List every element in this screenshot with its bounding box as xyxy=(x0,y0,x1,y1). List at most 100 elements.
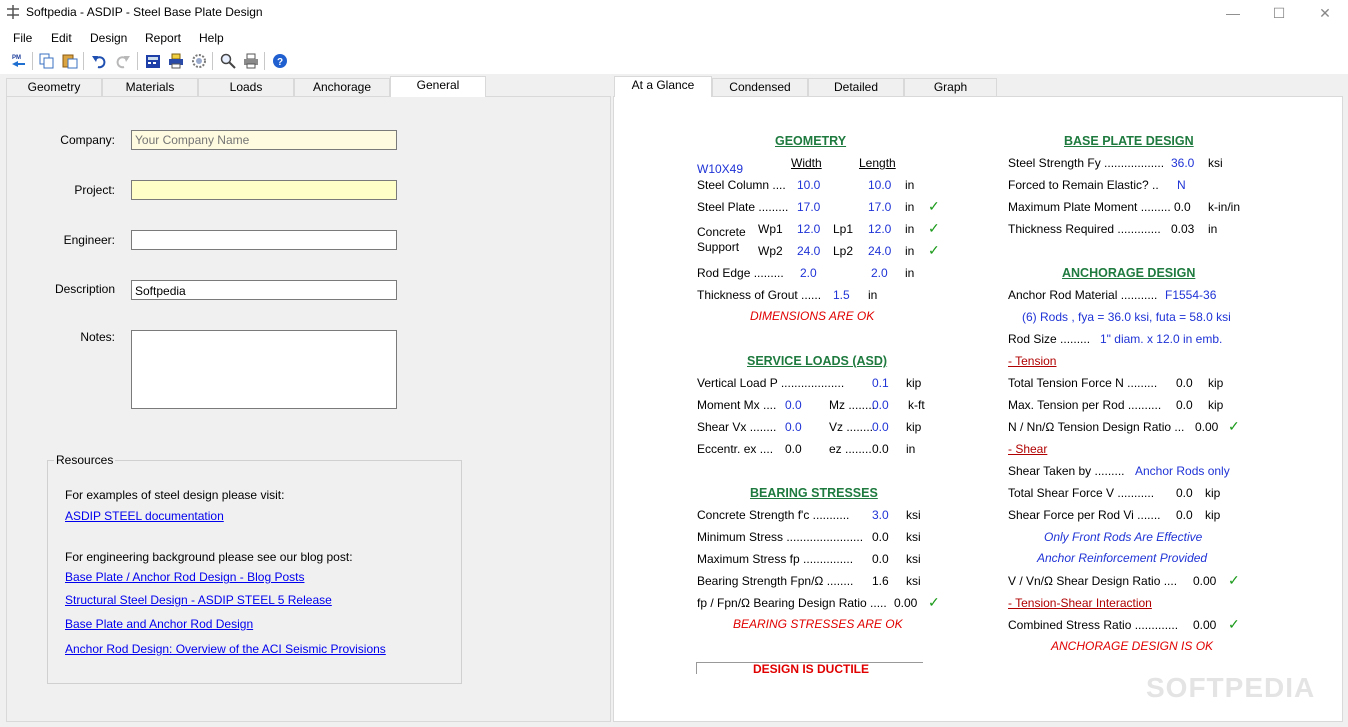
link-aci-seismic[interactable]: Anchor Rod Design: Overview of the ACI S… xyxy=(65,642,386,656)
tension-header: - Tension xyxy=(1008,354,1057,368)
project-input[interactable] xyxy=(131,180,397,200)
grout-label: Thickness of Grout ...... xyxy=(697,288,822,302)
link-asdip-steel-docs[interactable]: ASDIP STEEL documentation xyxy=(65,509,224,523)
pm-icon[interactable]: PM xyxy=(10,53,27,69)
notes-label: Notes: xyxy=(80,330,115,344)
steel-strength-value: 36.0 xyxy=(1171,156,1195,170)
steel-plate-length: 17.0 xyxy=(868,200,892,214)
menu-edit[interactable]: Edit xyxy=(51,31,72,45)
maximize-button[interactable]: ☐ xyxy=(1256,0,1302,26)
tab-condensed[interactable]: Condensed xyxy=(712,78,808,96)
link-blog-posts[interactable]: Base Plate / Anchor Rod Design - Blog Po… xyxy=(65,570,304,584)
shear-per-rod-unit: kip xyxy=(1205,508,1221,522)
close-button[interactable]: ✕ xyxy=(1302,0,1348,26)
shear-per-rod-value: 0.0 xyxy=(1176,508,1193,522)
svg-text:?: ? xyxy=(277,57,283,68)
resources-title: Resources xyxy=(54,453,116,467)
app-icon xyxy=(7,5,19,19)
steel-column-length: 10.0 xyxy=(868,178,892,192)
total-tension-unit: kip xyxy=(1208,376,1224,390)
eccentricity-ex-value: 0.0 xyxy=(785,442,802,456)
lp1-label: Lp1 xyxy=(833,222,854,236)
check-icon: ✓ xyxy=(1228,616,1240,632)
redo-icon[interactable] xyxy=(114,53,131,69)
thickness-required-label: Thickness Required ............. xyxy=(1008,222,1161,236)
bearing-ok-status: BEARING STRESSES ARE OK xyxy=(733,617,903,631)
toolbar-separator xyxy=(212,52,213,70)
tab-materials[interactable]: Materials xyxy=(102,78,198,96)
unit-in: in xyxy=(905,266,915,280)
menu-help[interactable]: Help xyxy=(199,31,224,45)
rod-edge-label: Rod Edge ......... xyxy=(697,266,784,280)
check-icon: ✓ xyxy=(1228,572,1240,588)
tab-graph[interactable]: Graph xyxy=(904,78,997,96)
copy-icon[interactable] xyxy=(38,53,55,69)
tension-ratio-label: N / Nn/Ω Tension Design Ratio ... xyxy=(1008,420,1185,434)
eccentricity-ez-label: ez ........ xyxy=(829,442,872,456)
steel-strength-label: Steel Strength Fy .................. xyxy=(1008,156,1165,170)
shear-per-rod-label: Shear Force per Rod Vi ....... xyxy=(1008,508,1161,522)
printer-setup-icon[interactable] xyxy=(167,53,184,69)
notes-textarea[interactable] xyxy=(131,330,397,409)
moment-mx-label: Moment Mx .... xyxy=(697,398,777,412)
paste-icon[interactable] xyxy=(61,53,78,69)
engineer-input[interactable] xyxy=(131,230,397,250)
tab-loads[interactable]: Loads xyxy=(198,78,294,96)
total-tension-value: 0.0 xyxy=(1176,376,1193,390)
shear-unit: kip xyxy=(906,420,922,434)
max-plate-moment-label: Maximum Plate Moment ......... xyxy=(1008,200,1171,214)
tab-general[interactable]: General xyxy=(390,76,486,97)
calculator-icon[interactable] xyxy=(144,53,161,69)
description-input[interactable]: Softpedia xyxy=(131,280,397,300)
max-tension-rod-label: Max. Tension per Rod .......... xyxy=(1008,398,1162,412)
wp1-value: 12.0 xyxy=(797,222,821,236)
zoom-icon[interactable] xyxy=(219,53,236,69)
total-tension-label: Total Tension Force N ......... xyxy=(1008,376,1158,390)
ksi-unit: ksi xyxy=(906,530,921,544)
anchor-rod-material-label: Anchor Rod Material ........... xyxy=(1008,288,1158,302)
base-plate-design-title: BASE PLATE DESIGN xyxy=(1064,134,1194,148)
menu-file[interactable]: File xyxy=(13,31,32,45)
shear-taken-by-label: Shear Taken by ......... xyxy=(1008,464,1125,478)
menu-design[interactable]: Design xyxy=(90,31,127,45)
link-base-plate-design[interactable]: Base Plate and Anchor Rod Design xyxy=(65,617,253,631)
bearing-strength-value: 1.6 xyxy=(872,574,889,588)
max-tension-rod-value: 0.0 xyxy=(1176,398,1193,412)
combined-stress-label: Combined Stress Ratio ............. xyxy=(1008,618,1179,632)
link-steel5-release[interactable]: Structural Steel Design - ASDIP STEEL 5 … xyxy=(65,593,332,607)
rod-size-value: 1" diam. x 12.0 in emb. xyxy=(1100,332,1223,346)
concrete-strength-value: 3.0 xyxy=(872,508,889,522)
ksi-unit: ksi xyxy=(906,574,921,588)
rod-edge-length: 2.0 xyxy=(871,266,888,280)
anchorage-design-title: ANCHORAGE DESIGN xyxy=(1062,266,1196,280)
eccentricity-unit: in xyxy=(906,442,916,456)
minimum-stress-value: 0.0 xyxy=(872,530,889,544)
resources-intro-steel: For examples of steel design please visi… xyxy=(65,488,285,502)
unit-in: in xyxy=(905,244,915,258)
right-tab-bar: At a Glance Condensed Detailed Graph xyxy=(614,76,1014,97)
settings-icon[interactable] xyxy=(190,53,207,69)
anchorage-ok-status: ANCHORAGE DESIGN IS OK xyxy=(1051,639,1214,653)
tab-geometry[interactable]: Geometry xyxy=(6,78,102,96)
company-label: Company: xyxy=(60,133,115,147)
bearing-strength-label: Bearing Strength Fpn/Ω ........ xyxy=(697,574,854,588)
check-icon: ✓ xyxy=(928,220,940,236)
rod-edge-width: 2.0 xyxy=(800,266,817,280)
ksi-unit: ksi xyxy=(906,552,921,566)
menu-report[interactable]: Report xyxy=(145,31,181,45)
anchor-rod-material-value: F1554-36 xyxy=(1165,288,1217,302)
tab-detailed[interactable]: Detailed xyxy=(808,78,904,96)
maximum-stress-label: Maximum Stress fp ............... xyxy=(697,552,854,566)
print-icon[interactable] xyxy=(242,53,259,69)
design-ductile-status: DESIGN IS DUCTILE xyxy=(753,662,870,676)
help-icon[interactable]: ? xyxy=(271,53,288,69)
tab-anchorage[interactable]: Anchorage xyxy=(294,78,390,96)
undo-icon[interactable] xyxy=(90,53,107,69)
minimize-button[interactable]: — xyxy=(1210,0,1256,26)
rods-properties: (6) Rods , fya = 36.0 ksi, futa = 58.0 k… xyxy=(1022,310,1231,324)
softpedia-watermark: SOFTPEDIA xyxy=(1146,672,1316,703)
company-input[interactable] xyxy=(131,130,397,150)
lp2-value: 24.0 xyxy=(868,244,892,258)
tab-at-a-glance[interactable]: At a Glance xyxy=(614,76,712,97)
check-icon: ✓ xyxy=(928,198,940,214)
